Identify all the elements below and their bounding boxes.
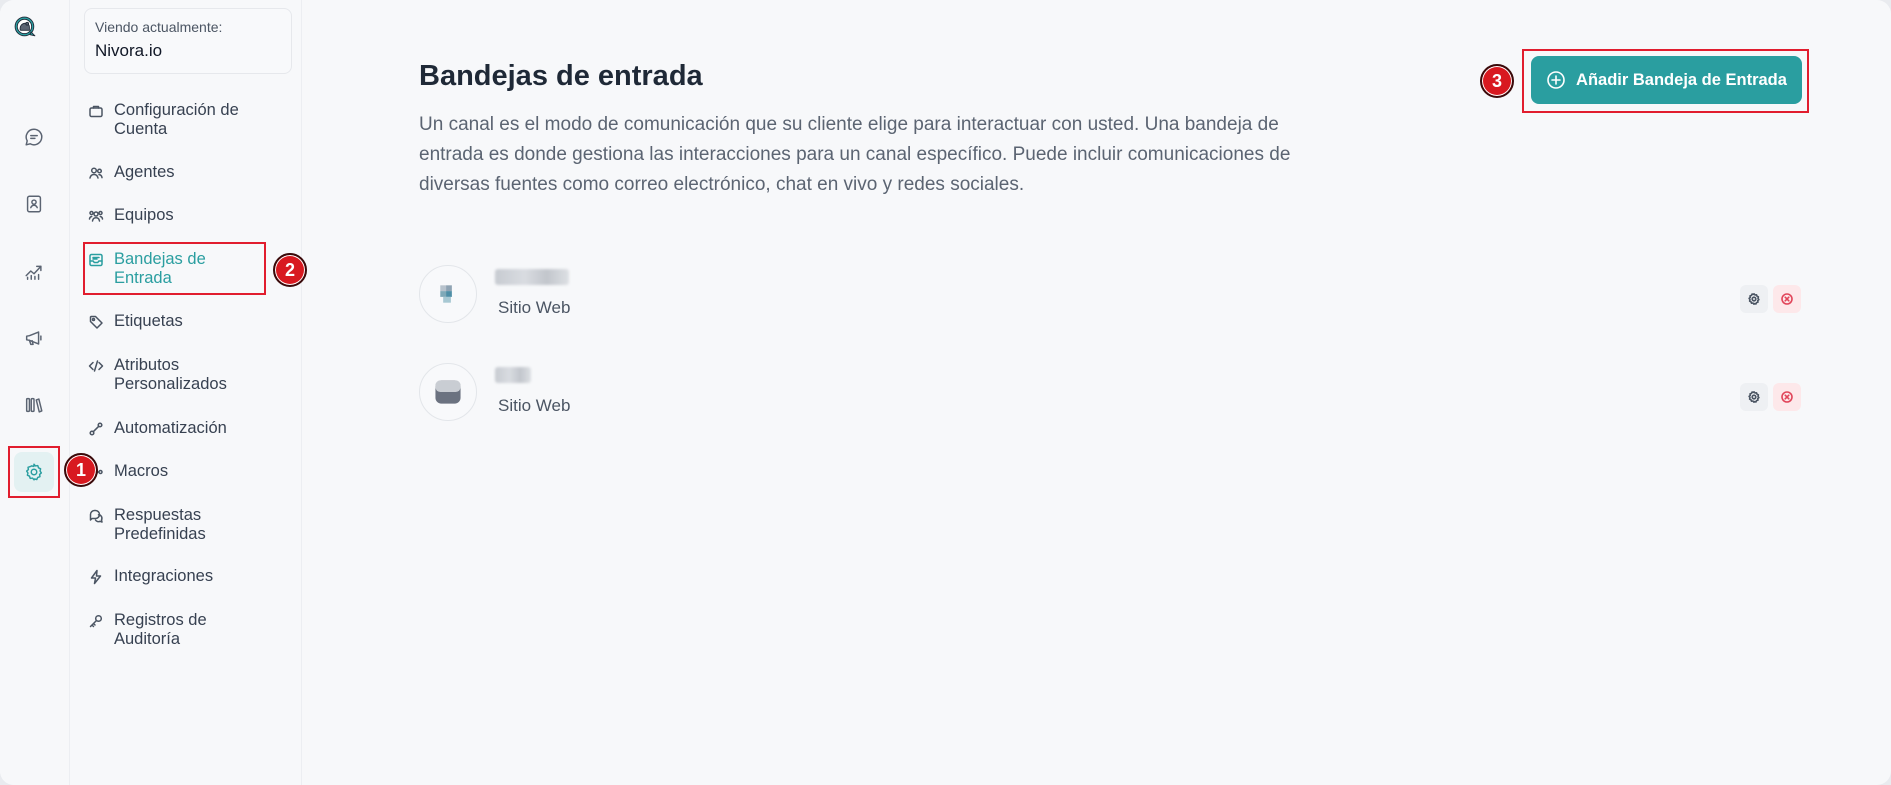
inbox-avatar: [419, 265, 477, 323]
automation-icon: [88, 421, 104, 437]
annotation-highlight-settings: [8, 446, 60, 498]
sidebar-item-label: Etiquetas: [114, 312, 183, 330]
sidebar-item-label: Atributos Personalizados: [114, 356, 227, 393]
people-icon: [88, 165, 104, 181]
sidebar-item-label: Equipos: [114, 206, 174, 224]
sidebar-item-account-settings[interactable]: Configuración de Cuenta: [88, 101, 268, 139]
library-icon[interactable]: [14, 385, 54, 425]
inbox-delete-button[interactable]: [1773, 383, 1801, 411]
sidebar-item-label: Macros: [114, 462, 169, 480]
sidebar-item-audit-logs[interactable]: Registros de Auditoría: [88, 611, 268, 649]
key-icon: [88, 613, 104, 629]
sidebar-item-labels[interactable]: Etiquetas: [88, 312, 268, 331]
sidebar-item-teams[interactable]: Equipos: [88, 206, 268, 225]
sidebar-item-macros[interactable]: Macros: [88, 462, 268, 481]
sidebar-item-custom-attributes[interactable]: Atributos Personalizados: [88, 356, 268, 394]
inbox-channel-type: Sitio Web: [498, 396, 571, 415]
inbox-settings-button[interactable]: [1740, 383, 1768, 411]
account-name: Nivora.io: [95, 41, 163, 60]
inbox-avatar: [419, 363, 477, 421]
contacts-icon[interactable]: [14, 184, 54, 224]
close-circle-icon: [1781, 293, 1793, 305]
flash-icon: [88, 569, 104, 585]
conversations-icon[interactable]: [14, 117, 54, 157]
tag-icon: [88, 314, 104, 330]
reports-icon[interactable]: [14, 251, 54, 291]
sidebar-item-canned-responses[interactable]: Respuestas Predefinidas: [88, 506, 268, 544]
annotation-highlight-add-inbox: [1522, 49, 1809, 113]
annotation-highlight-inboxes: [83, 242, 266, 295]
sidebar-item-automation[interactable]: Automatización: [88, 419, 268, 438]
sidebar-item-label: Automatización: [114, 419, 227, 437]
inbox-list-item[interactable]: Sitio Web: [419, 265, 1804, 325]
viewing-label: Viendo actualmente:: [95, 19, 223, 35]
main-content: Bandejas de entrada Un canal es el modo …: [302, 0, 1891, 785]
inbox-settings-button[interactable]: [1740, 285, 1768, 313]
app-logo[interactable]: [14, 16, 54, 56]
code-icon: [88, 358, 104, 374]
app-window: Viendo actualmente: Nivora.io Configurac…: [0, 0, 1891, 785]
annotation-badge: 3: [1480, 64, 1514, 98]
inbox-name-redacted: [495, 367, 531, 383]
campaigns-megaphone-icon[interactable]: [14, 318, 54, 358]
sidebar-item-agents[interactable]: Agentes: [88, 163, 268, 182]
sidebar-item-label: Configuración de Cuenta: [114, 101, 239, 138]
chat-multiple-icon: [88, 508, 104, 524]
settings-sidebar: Viendo actualmente: Nivora.io Configurac…: [70, 0, 302, 785]
inbox-name-redacted: [495, 269, 569, 285]
page-description: Un canal es el modo de comunicación que …: [419, 114, 1291, 195]
annotation-badge: 2: [273, 253, 307, 287]
primary-nav-rail: [0, 0, 70, 785]
gear-icon: [1748, 293, 1760, 305]
annotation-badge: 1: [64, 453, 98, 487]
inbox-channel-type: Sitio Web: [498, 298, 571, 317]
sidebar-item-label: Respuestas Predefinidas: [114, 506, 206, 543]
briefcase-icon: [88, 103, 104, 119]
sidebar-item-integrations[interactable]: Integraciones: [88, 567, 268, 586]
gear-icon: [1748, 391, 1760, 403]
team-icon: [88, 208, 104, 224]
sidebar-item-label: Integraciones: [114, 567, 214, 585]
inbox-delete-button[interactable]: [1773, 285, 1801, 313]
page-title: Bandejas de entrada: [419, 60, 703, 92]
account-switcher[interactable]: Viendo actualmente: Nivora.io: [84, 8, 292, 74]
sidebar-item-label: Agentes: [114, 163, 175, 181]
sidebar-item-label: Registros de Auditoría: [114, 611, 207, 648]
close-circle-icon: [1781, 391, 1793, 403]
inbox-list-item[interactable]: Sitio Web: [419, 363, 1804, 423]
